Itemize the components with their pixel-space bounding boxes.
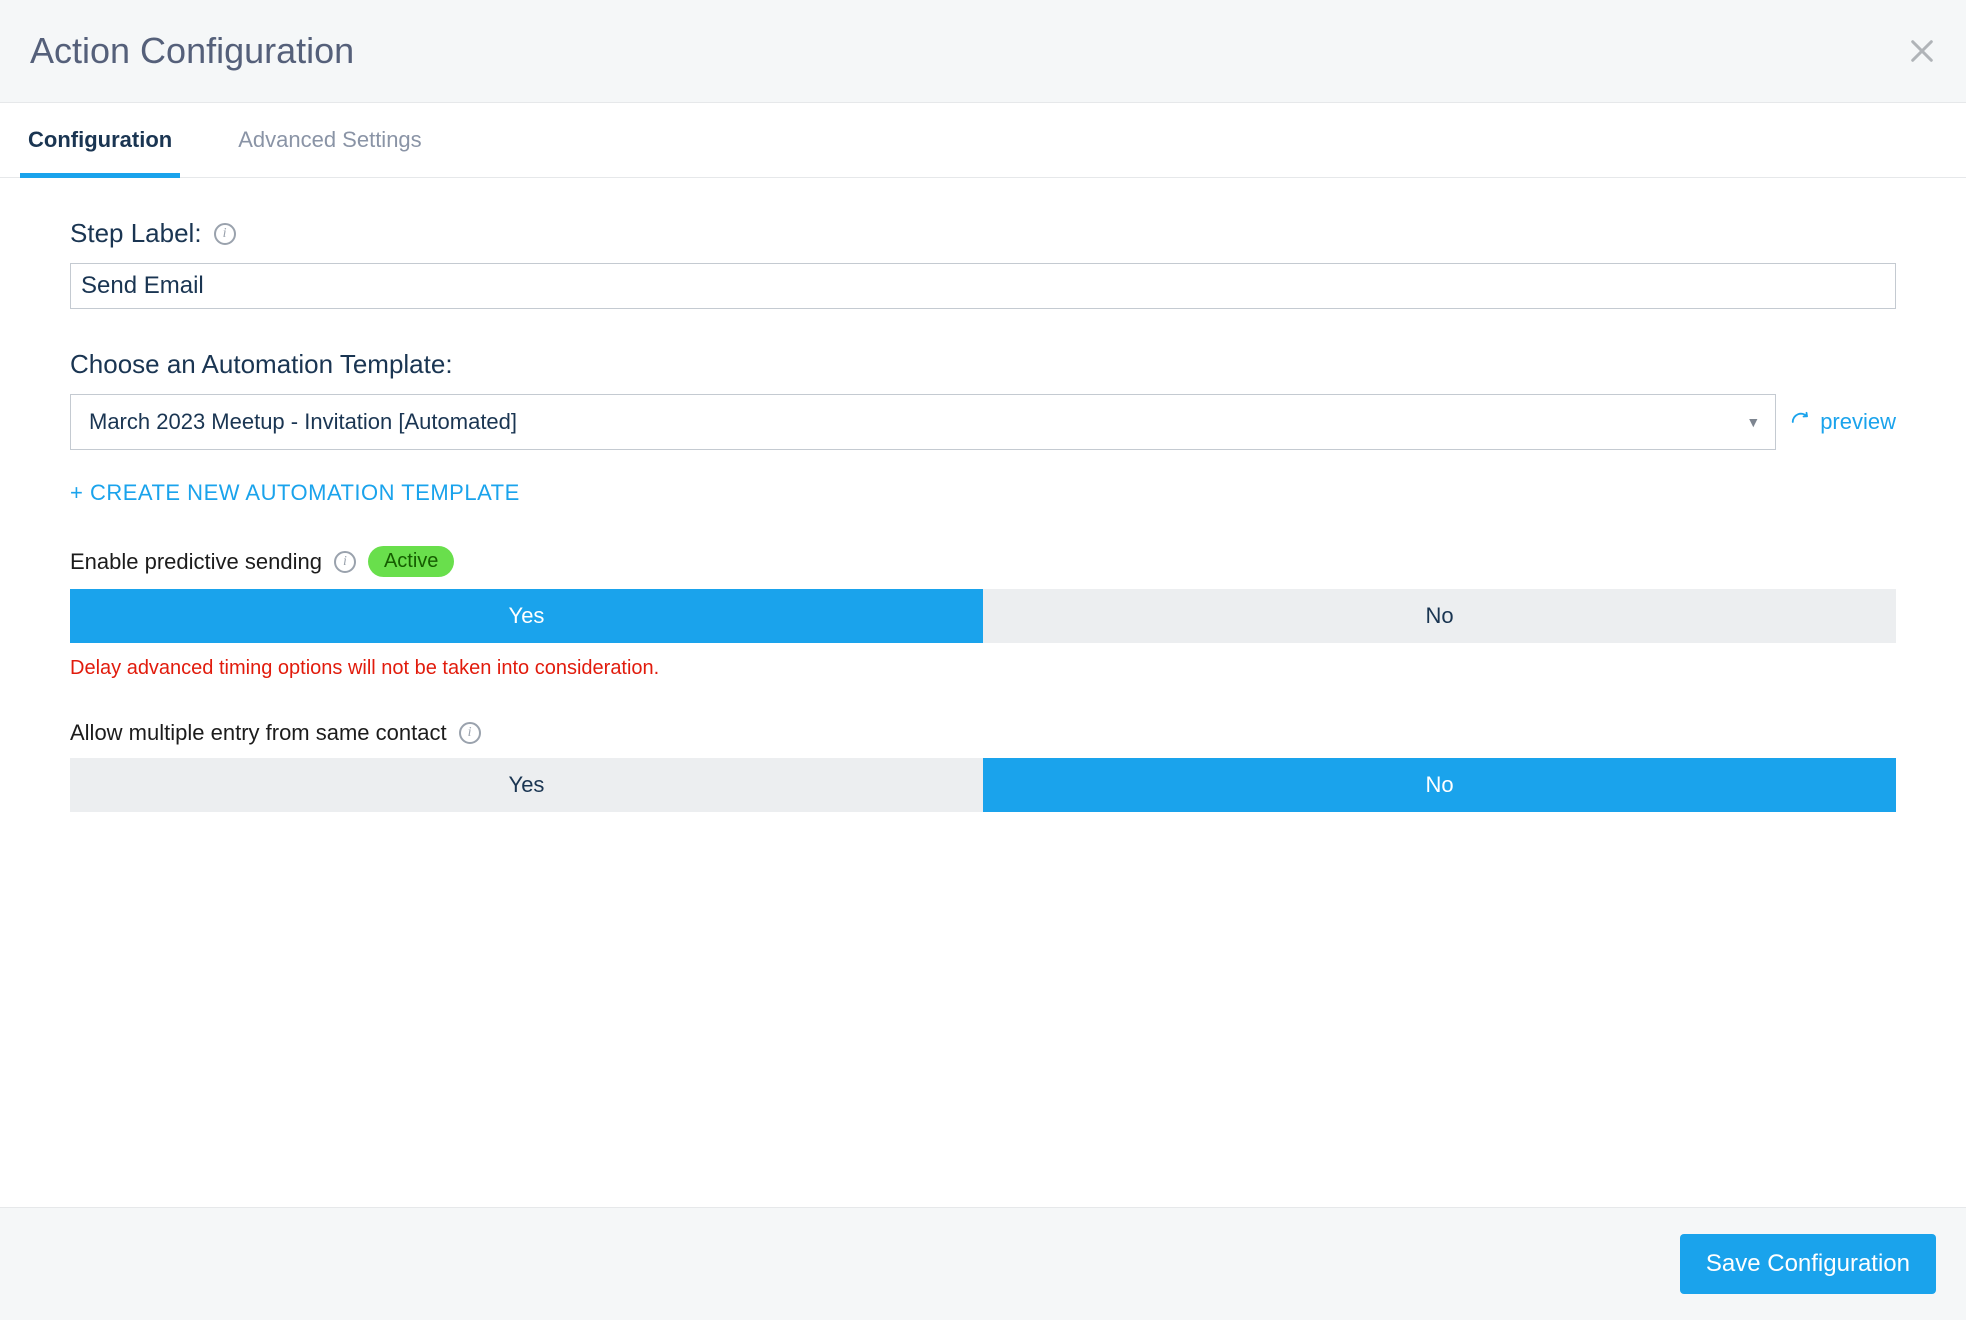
step-label-label: Step Label: xyxy=(70,218,202,249)
template-label: Choose an Automation Template: xyxy=(70,349,453,380)
multiple-entry-label: Allow multiple entry from same contact xyxy=(70,720,447,746)
multiple-entry-no-button[interactable]: No xyxy=(983,758,1896,812)
step-label-input[interactable] xyxy=(70,263,1896,309)
tabs: Configuration Advanced Settings xyxy=(0,103,1966,178)
template-select-wrapper: March 2023 Meetup - Invitation [Automate… xyxy=(70,394,1776,450)
template-section: Choose an Automation Template: March 202… xyxy=(70,349,1896,506)
predictive-warning: Delay advanced timing options will not b… xyxy=(70,657,1896,680)
step-label-section: Step Label: i xyxy=(70,218,1896,309)
predictive-no-button[interactable]: No xyxy=(983,589,1896,643)
close-icon[interactable] xyxy=(1908,37,1936,65)
status-badge: Active xyxy=(368,546,454,577)
refresh-icon xyxy=(1790,411,1812,433)
modal-header: Action Configuration xyxy=(0,0,1966,103)
modal-body: Step Label: i Choose an Automation Templ… xyxy=(0,178,1966,1207)
info-icon[interactable]: i xyxy=(214,223,236,245)
multiple-entry-toggle: Yes No xyxy=(70,758,1896,812)
predictive-section: Enable predictive sending i Active Yes N… xyxy=(70,546,1896,680)
save-button[interactable]: Save Configuration xyxy=(1680,1234,1936,1294)
tab-advanced-settings[interactable]: Advanced Settings xyxy=(230,103,429,178)
multiple-entry-section: Allow multiple entry from same contact i… xyxy=(70,720,1896,812)
preview-link[interactable]: preview xyxy=(1790,409,1896,435)
tab-configuration[interactable]: Configuration xyxy=(20,103,180,178)
preview-label: preview xyxy=(1820,409,1896,435)
predictive-yes-button[interactable]: Yes xyxy=(70,589,983,643)
predictive-label: Enable predictive sending xyxy=(70,549,322,575)
modal-title: Action Configuration xyxy=(30,30,354,72)
info-icon[interactable]: i xyxy=(334,551,356,573)
info-icon[interactable]: i xyxy=(459,722,481,744)
create-template-link[interactable]: + CREATE NEW AUTOMATION TEMPLATE xyxy=(70,480,520,506)
template-select[interactable]: March 2023 Meetup - Invitation [Automate… xyxy=(70,394,1776,450)
predictive-toggle: Yes No xyxy=(70,589,1896,643)
multiple-entry-yes-button[interactable]: Yes xyxy=(70,758,983,812)
modal-footer: Save Configuration xyxy=(0,1207,1966,1320)
action-configuration-modal: Action Configuration Configuration Advan… xyxy=(0,0,1966,1320)
